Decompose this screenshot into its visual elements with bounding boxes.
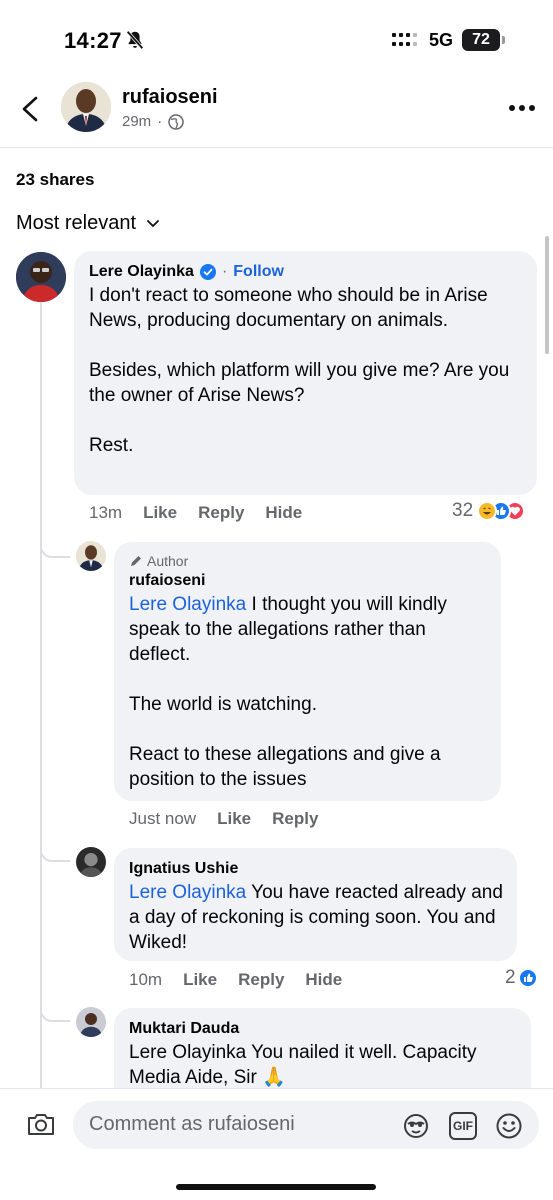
reaction-summary[interactable]: 2 [505, 967, 538, 989]
thread-connector [40, 530, 70, 558]
reaction-summary[interactable]: 32 [452, 500, 526, 522]
gif-label: GIF [453, 1119, 473, 1133]
comment-bubble: Lere Olayinka · Follow I don't react to … [74, 251, 537, 495]
verified-icon [199, 264, 216, 280]
network-type: 5G [429, 30, 454, 50]
home-indicator[interactable] [176, 1184, 376, 1190]
status-bar: 14:27 5G 72 [0, 0, 553, 80]
comment-actions: 10m Like Reply Hide [129, 970, 342, 990]
comment-text: Lere Olayinka You nailed it well. Capaci… [129, 1042, 482, 1088]
comment-author-name[interactable]: Muktari Dauda [129, 1018, 517, 1040]
battery-level: 72 [462, 29, 500, 51]
comment-bubble: Author rufaioseni Lere Olayinka I though… [114, 542, 501, 801]
sort-label: Most relevant [16, 212, 137, 234]
signal-icon [392, 33, 417, 46]
comment-actions: 13m Like Reply Hide [89, 503, 302, 523]
thread-connector [40, 836, 70, 862]
avatar[interactable] [76, 847, 106, 877]
follow-separator: · [221, 263, 228, 280]
comment-text: I don't react to someone who should be i… [89, 285, 510, 456]
comment-body: I thought you will kindly speak to the a… [129, 594, 447, 790]
scrollbar[interactable] [545, 236, 549, 354]
hide-button[interactable]: Hide [305, 970, 342, 990]
status-time: 14:27 [64, 28, 122, 53]
comment-text: Lere Olayinka You have reacted already a… [129, 880, 503, 955]
reply-button[interactable]: Reply [198, 503, 244, 523]
pencil-icon [131, 556, 141, 566]
like-button[interactable]: Like [183, 970, 217, 990]
comment-author-name[interactable]: Lere Olayinka [89, 261, 194, 283]
back-arrow-icon[interactable] [18, 94, 42, 124]
meta-separator: · [157, 113, 163, 130]
like-button[interactable]: Like [143, 503, 177, 523]
avatar[interactable] [76, 1007, 106, 1037]
mention-link[interactable]: Lere Olayinka [129, 882, 246, 903]
camera-icon[interactable] [26, 1111, 56, 1137]
comment-input[interactable]: Comment as rufaioseni GIF [73, 1101, 539, 1149]
comment-author-name[interactable]: Ignatius Ushie [129, 858, 503, 880]
reply-button[interactable]: Reply [238, 970, 284, 990]
comment-author-name[interactable]: rufaioseni [129, 570, 487, 592]
avatar[interactable] [16, 252, 66, 302]
comment-bubble: Ignatius Ushie Lere Olayinka You have re… [114, 848, 517, 961]
comment-actions: Just now Like Reply [129, 809, 318, 829]
post-author-name[interactable]: rufaioseni [122, 86, 218, 109]
follow-button[interactable]: Follow [233, 261, 284, 283]
comment-time: 13m [89, 503, 123, 522]
post-meta: 29m · [122, 113, 184, 130]
avatar-sticker-icon[interactable] [402, 1112, 430, 1140]
author-tag: Author [129, 552, 487, 570]
like-button[interactable]: Like [217, 809, 251, 829]
hide-button[interactable]: Hide [265, 503, 302, 523]
comment-time: Just now [129, 809, 197, 828]
haha-reaction-icon [477, 501, 498, 521]
emoji-icon[interactable] [495, 1112, 523, 1140]
reaction-count: 2 [505, 967, 516, 988]
comment-author-row: Lere Olayinka · Follow [89, 261, 523, 283]
chevron-down-icon [147, 219, 159, 227]
reply-button[interactable]: Reply [272, 809, 318, 829]
post-time: 29m [122, 113, 152, 130]
author-tag-label: Author [147, 553, 189, 569]
mention-link[interactable]: Lere Olayinka [129, 594, 246, 615]
avatar[interactable] [76, 541, 106, 571]
thread-line [40, 302, 42, 1088]
more-icon[interactable] [508, 104, 536, 112]
bell-slash-icon [126, 30, 144, 50]
comment-text: Lere Olayinka I thought you will kindly … [129, 592, 487, 792]
comment-time: 10m [129, 970, 163, 989]
avatar[interactable] [61, 82, 111, 132]
like-reaction-icon [517, 968, 538, 988]
post-header: rufaioseni 29m · [0, 80, 553, 148]
sort-dropdown[interactable]: Most relevant [16, 212, 160, 235]
gif-icon[interactable]: GIF [449, 1112, 477, 1140]
thread-connector [40, 996, 70, 1022]
globe-icon [168, 113, 184, 130]
comment-placeholder: Comment as rufaioseni [89, 1113, 295, 1135]
shares-count[interactable]: 23 shares [16, 170, 94, 190]
battery-tip [502, 36, 505, 44]
reaction-count: 32 [452, 500, 474, 521]
